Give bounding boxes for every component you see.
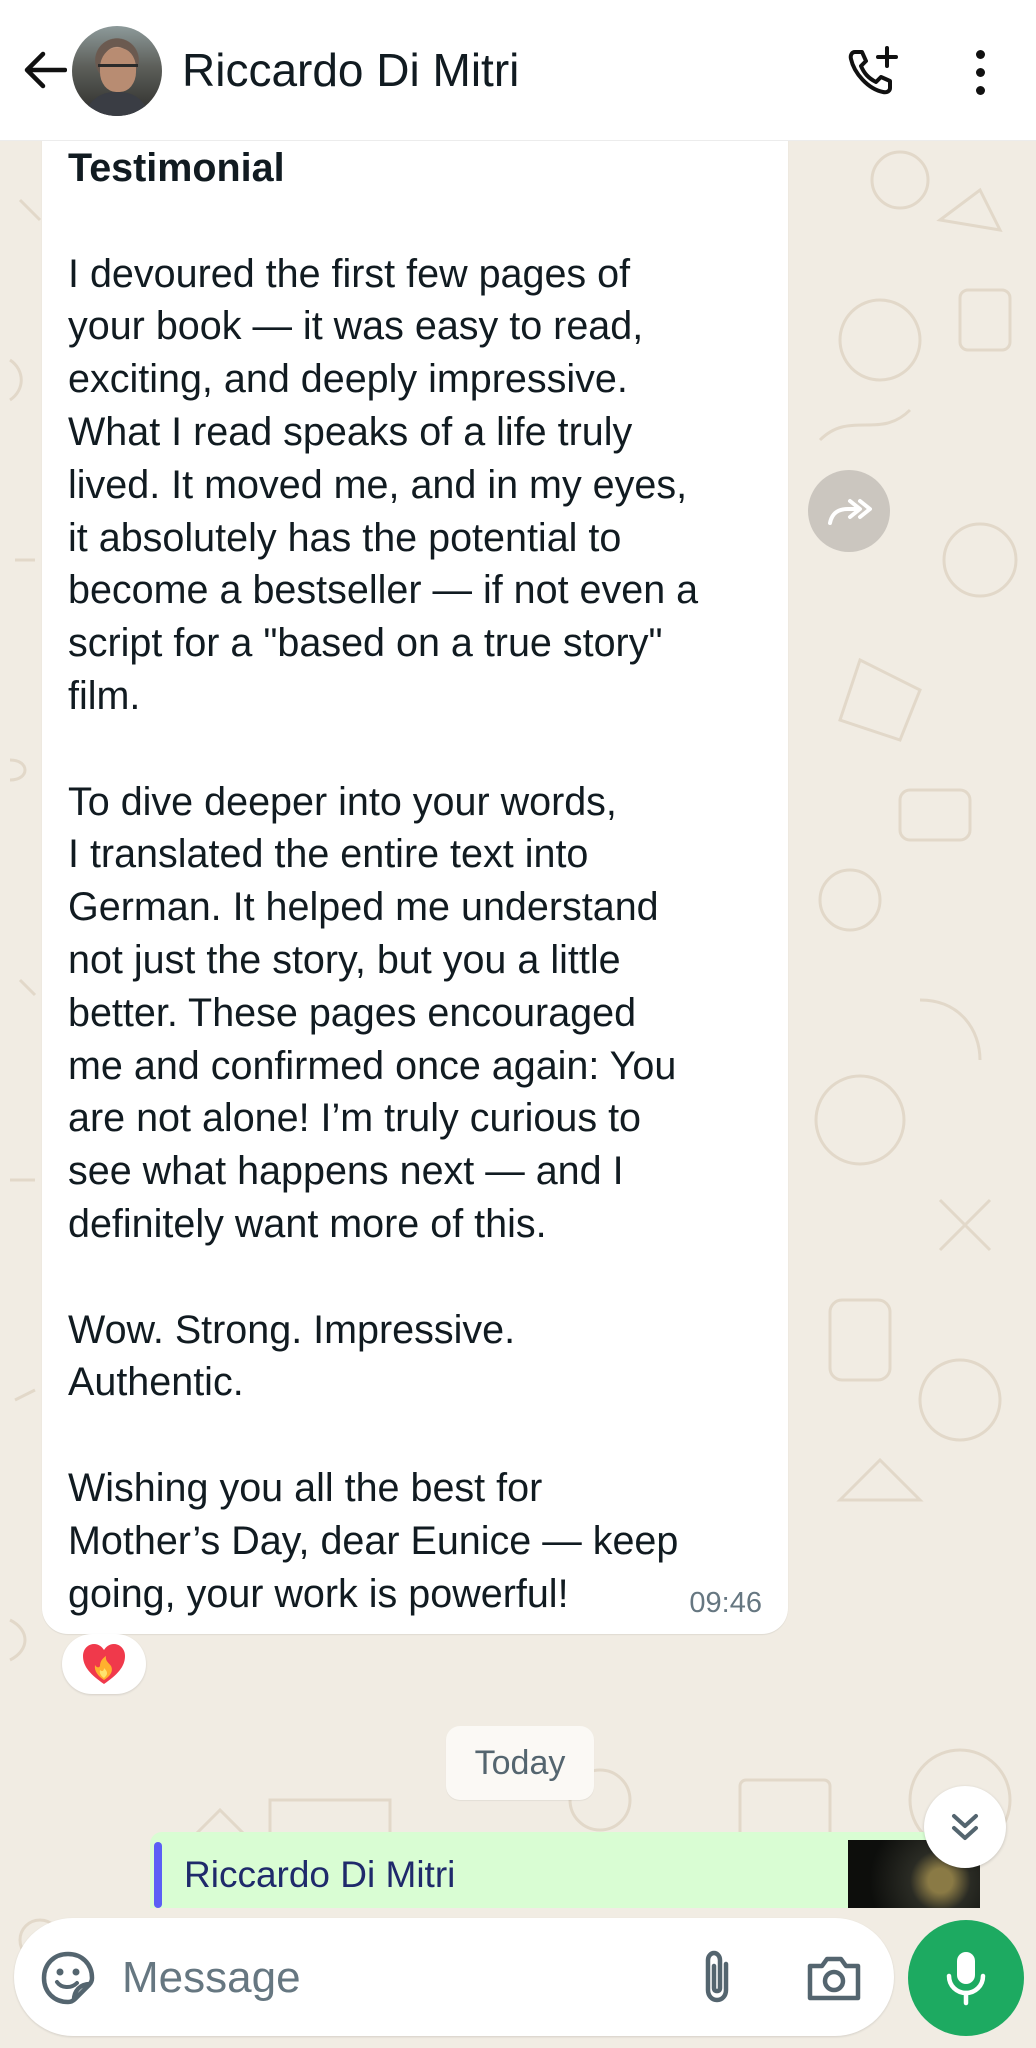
phone-add-icon — [848, 46, 898, 95]
message-title: Testimonial — [68, 146, 285, 190]
arrow-left-icon — [24, 51, 67, 89]
voice-message-button[interactable] — [908, 1920, 1024, 2036]
quoted-message-preview[interactable]: Riccardo Di Mitri — [150, 1832, 980, 1908]
avatar[interactable] — [72, 26, 162, 116]
date-separator: Today — [446, 1726, 594, 1800]
attach-button[interactable] — [690, 1948, 746, 2008]
sticker-icon — [41, 1951, 95, 2005]
quote-bar — [154, 1842, 162, 1908]
more-vertical-icon — [975, 49, 985, 59]
message-time: 09:46 — [689, 1587, 762, 1619]
message-body: I devoured the first few pages of your b… — [68, 251, 699, 1616]
compose-bar — [14, 1918, 894, 2036]
paperclip-icon — [705, 1950, 729, 2003]
quoted-sender: Riccardo Di Mitri — [184, 1854, 456, 1895]
message-bubble[interactable]: Testimonial I devoured the first few pag… — [42, 130, 788, 1634]
heart-on-fire-icon — [83, 1644, 125, 1684]
mic-icon — [946, 1952, 986, 2006]
back-button[interactable] — [16, 44, 72, 96]
chat-header: Riccardo Di Mitri — [0, 0, 1036, 141]
message-text: Testimonial I devoured the first few pag… — [68, 142, 788, 1620]
message-reaction[interactable] — [62, 1634, 146, 1694]
more-options-button[interactable] — [960, 44, 1000, 100]
camera-icon — [807, 1956, 861, 2001]
scroll-to-bottom-button[interactable] — [924, 1786, 1006, 1868]
sticker-button[interactable] — [40, 1950, 96, 2006]
message-input[interactable] — [120, 1946, 684, 2010]
contact-name[interactable]: Riccardo Di Mitri — [182, 40, 519, 100]
chevrons-down-icon — [952, 1814, 978, 1840]
forward-icon — [828, 499, 872, 525]
forward-button[interactable] — [808, 470, 890, 552]
add-call-button[interactable] — [845, 44, 901, 100]
camera-button[interactable] — [804, 1950, 864, 2006]
